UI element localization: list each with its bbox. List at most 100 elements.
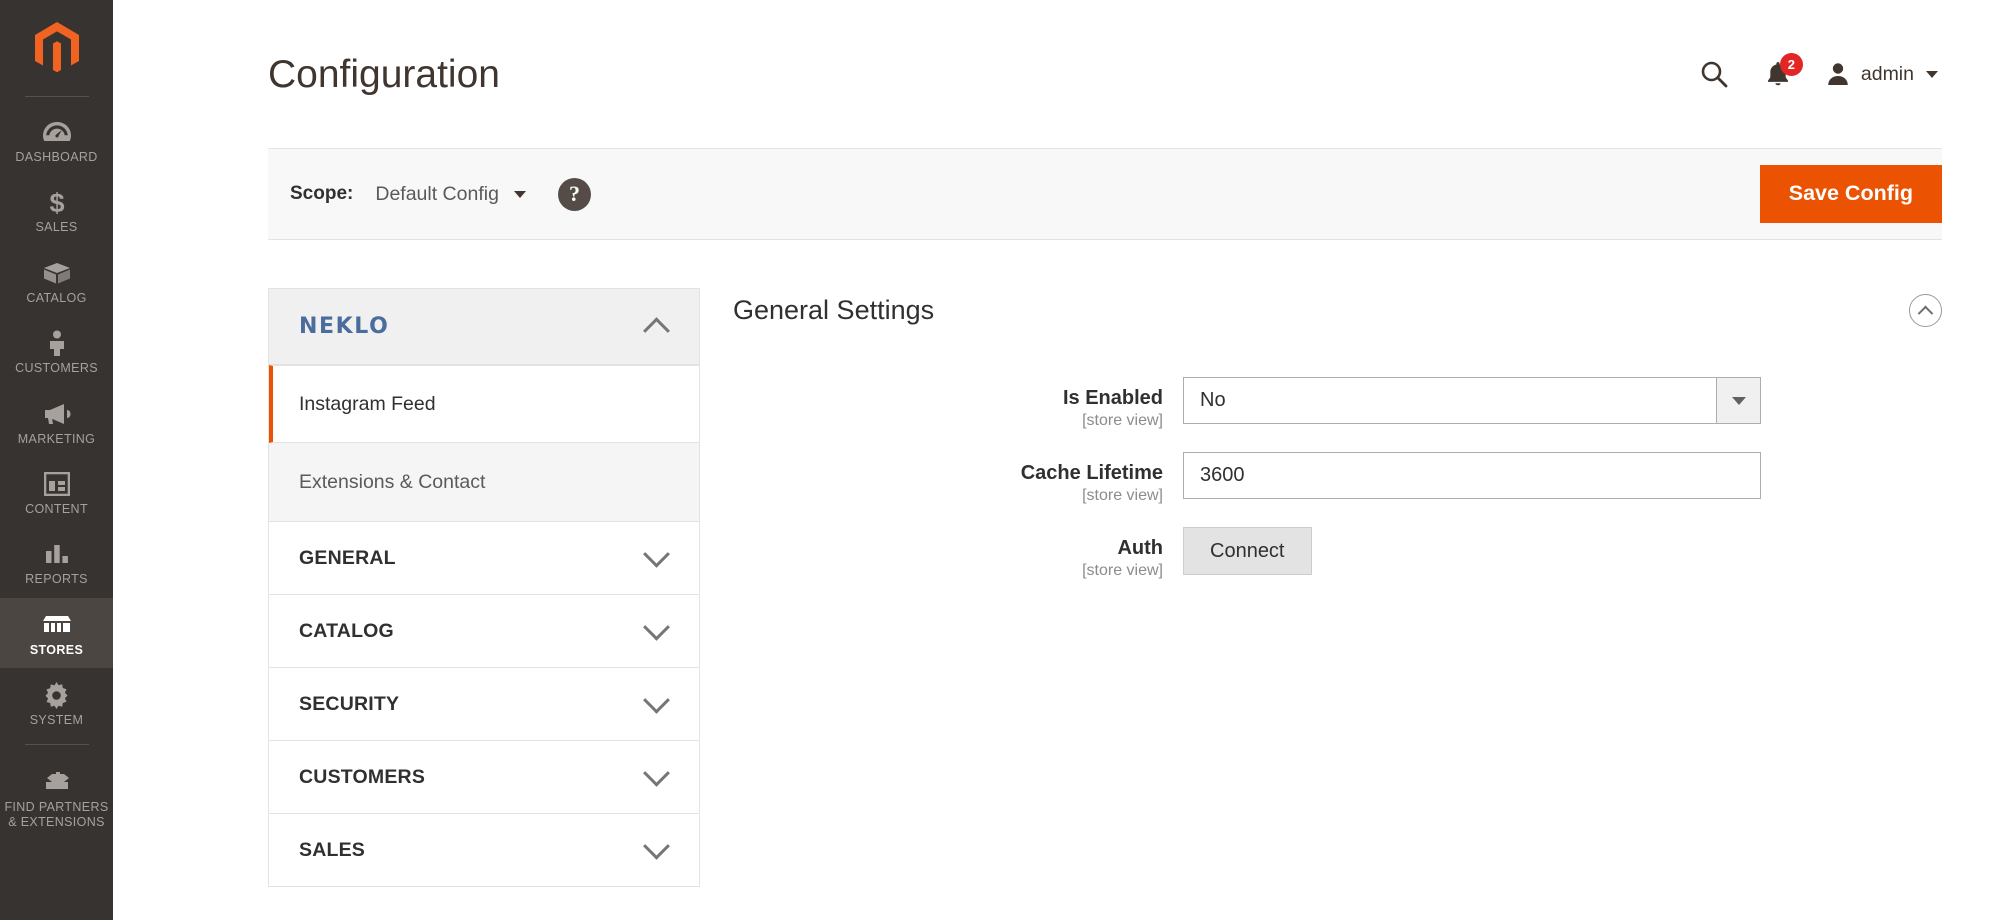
notifications-button[interactable]: 2 xyxy=(1745,43,1811,105)
storefront-icon xyxy=(42,610,72,640)
chevron-up-icon xyxy=(643,317,670,345)
chevron-down-icon xyxy=(643,832,670,860)
config-sidebar: NEKLO Instagram Feed Extensions & Contac… xyxy=(268,288,700,887)
field-row-cache-lifetime: Cache Lifetime [store view] xyxy=(733,452,1942,505)
scope-bar: Scope: Default Config ? Save Config xyxy=(268,148,1942,240)
select-arrow-icon[interactable] xyxy=(1716,377,1761,424)
config-item-label: Extensions & Contact xyxy=(299,470,486,493)
sidebar-item-label: FIND PARTNERS & EXTENSIONS xyxy=(4,800,109,829)
sidebar-item-label: CATALOG xyxy=(26,290,87,305)
collapse-section-button[interactable] xyxy=(1909,294,1942,327)
field-label: Cache Lifetime xyxy=(1020,462,1163,484)
field-scope-hint: [store view] xyxy=(1082,412,1163,429)
header-actions: 2 admin xyxy=(1683,43,1942,105)
neklo-logo: NEKLO xyxy=(299,314,390,339)
sidebar-item-reports[interactable]: REPORTS xyxy=(0,527,113,597)
field-scope-hint: [store view] xyxy=(1082,562,1163,579)
config-section-sales[interactable]: SALES xyxy=(269,814,699,887)
scope-selector-group: Scope: Default Config ? xyxy=(290,177,591,211)
chevron-down-icon xyxy=(643,613,670,641)
sidebar-item-label: CONTENT xyxy=(25,501,88,516)
field-label-group: Auth [store view] xyxy=(733,527,1183,580)
auth-connect-button[interactable]: Connect xyxy=(1183,527,1312,575)
box-icon xyxy=(42,258,72,288)
field-label: Is Enabled xyxy=(1062,387,1163,409)
sidebar-item-catalog[interactable]: CATALOG xyxy=(0,246,113,316)
page-header: Configuration 2 admin xyxy=(113,0,2000,148)
config-item-instagram-feed[interactable]: Instagram Feed xyxy=(269,365,699,443)
circle-chevron-up-icon xyxy=(1917,305,1934,322)
sidebar-item-label: SYSTEM xyxy=(29,713,84,727)
field-control: No xyxy=(1183,377,1761,424)
sidebar-item-label: CUSTOMERS xyxy=(15,361,98,376)
sidebar-item-sales[interactable]: $ SALES xyxy=(0,175,113,245)
settings-panel: General Settings Is Enabled [store view] xyxy=(700,288,2000,887)
megaphone-icon xyxy=(42,399,72,429)
chevron-down-icon xyxy=(513,190,526,198)
primary-sidebar: DASHBOARD $ SALES CATALOG CUSTOMERS MARK… xyxy=(0,0,113,920)
config-body: NEKLO Instagram Feed Extensions & Contac… xyxy=(113,240,2000,887)
scope-dropdown[interactable]: Default Config xyxy=(375,183,526,206)
field-label: Auth xyxy=(1117,537,1163,559)
sidebar-item-customers[interactable]: CUSTOMERS xyxy=(0,316,113,386)
chevron-down-icon xyxy=(1926,70,1938,78)
chevron-down-icon xyxy=(643,759,670,787)
field-row-auth: Auth [store view] Connect xyxy=(733,527,1942,580)
scope-label: Scope: xyxy=(290,183,354,204)
scope-value: Default Config xyxy=(375,182,499,205)
dollar-icon: $ xyxy=(48,187,66,217)
sidebar-item-label: DASHBOARD xyxy=(15,150,98,164)
is-enabled-select[interactable]: No xyxy=(1183,377,1761,424)
extension-icon xyxy=(43,767,71,797)
sidebar-item-content[interactable]: CONTENT xyxy=(0,457,113,527)
save-config-button[interactable]: Save Config xyxy=(1759,165,1942,223)
magento-logo[interactable] xyxy=(0,0,113,96)
config-section-label: SALES xyxy=(299,838,366,861)
field-label-group: Cache Lifetime [store view] xyxy=(733,452,1183,505)
cache-lifetime-input[interactable] xyxy=(1183,452,1761,499)
admin-page: DASHBOARD $ SALES CATALOG CUSTOMERS MARK… xyxy=(0,0,2000,920)
sidebar-item-marketing[interactable]: MARKETING xyxy=(0,387,113,457)
magento-logo-icon xyxy=(34,22,79,73)
bar-chart-icon xyxy=(44,539,70,569)
search-button[interactable] xyxy=(1683,43,1745,105)
settings-form: Is Enabled [store view] No Cache Lifetim… xyxy=(733,327,1942,580)
sidebar-item-label: SALES xyxy=(35,220,78,235)
user-avatar-icon xyxy=(1828,63,1848,85)
gear-icon xyxy=(43,680,70,710)
sidebar-item-label: REPORTS xyxy=(25,572,88,587)
section-title: General Settings xyxy=(733,295,935,325)
field-control xyxy=(1183,452,1761,499)
field-row-is-enabled: Is Enabled [store view] No xyxy=(733,377,1942,430)
chevron-down-icon xyxy=(643,686,670,714)
nav-divider-bottom xyxy=(24,744,89,746)
field-scope-hint: [store view] xyxy=(1082,487,1163,504)
nav-divider xyxy=(24,96,89,97)
config-section-customers[interactable]: CUSTOMERS xyxy=(269,741,699,814)
user-name: admin xyxy=(1860,62,1914,85)
config-section-label: GENERAL xyxy=(299,546,396,569)
search-icon xyxy=(1701,61,1728,88)
config-subitems: Instagram Feed Extensions & Contact xyxy=(269,365,699,522)
config-section-label: CUSTOMERS xyxy=(299,765,426,788)
sidebar-item-stores[interactable]: STORES xyxy=(0,597,113,668)
config-section-general[interactable]: GENERAL xyxy=(269,522,699,595)
is-enabled-value: No xyxy=(1200,389,1226,411)
sidebar-item-system[interactable]: SYSTEM xyxy=(0,668,113,738)
config-item-label: Instagram Feed xyxy=(299,392,436,415)
field-control: Connect xyxy=(1183,527,1312,575)
main-content: Configuration 2 admin Scope: Default Con… xyxy=(113,0,2000,920)
sidebar-item-find-partners[interactable]: FIND PARTNERS & EXTENSIONS xyxy=(0,755,113,840)
help-icon[interactable]: ? xyxy=(557,177,591,211)
config-item-extensions-contact[interactable]: Extensions & Contact xyxy=(269,443,699,521)
config-section-catalog[interactable]: CATALOG xyxy=(269,595,699,668)
config-section-label: CATALOG xyxy=(299,619,394,642)
config-section-label: SECURITY xyxy=(299,692,400,715)
sidebar-item-dashboard[interactable]: DASHBOARD xyxy=(0,105,113,175)
field-label-group: Is Enabled [store view] xyxy=(733,377,1183,430)
user-menu[interactable]: admin xyxy=(1811,43,1942,105)
config-section-security[interactable]: SECURITY xyxy=(269,668,699,741)
config-group-neklo[interactable]: NEKLO xyxy=(269,289,699,365)
person-icon xyxy=(47,328,67,358)
page-title: Configuration xyxy=(268,52,500,96)
